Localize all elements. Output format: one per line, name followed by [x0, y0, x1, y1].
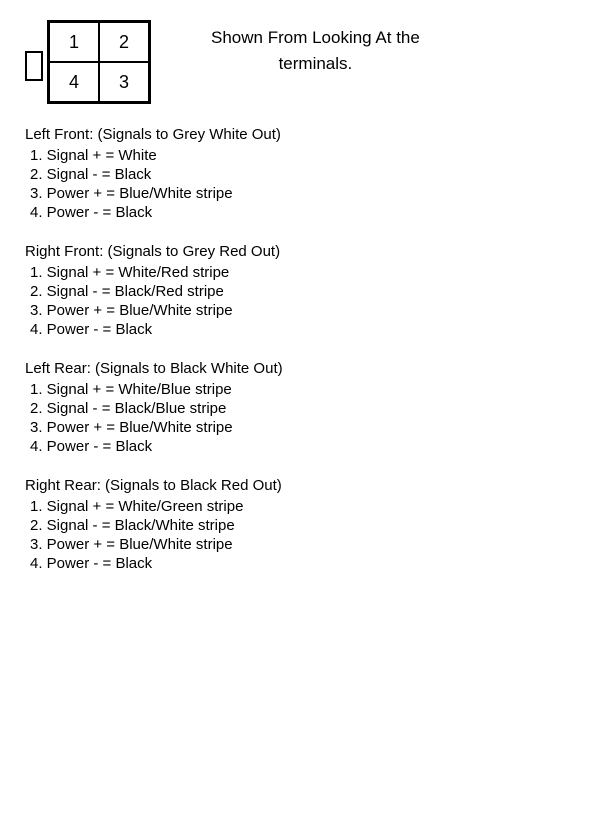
header-title-line1: Shown From Looking At the	[211, 28, 420, 47]
list-item-0-3: 4. Power - = Black	[30, 204, 569, 221]
cell-2: 2	[99, 22, 149, 62]
section-title-0: Left Front: (Signals to Grey White Out)	[25, 126, 569, 143]
list-item-2-0: 1. Signal + = White/Blue stripe	[30, 381, 569, 398]
header-section: 1 2 4 3 Shown From Looking At the termin…	[25, 20, 569, 104]
terminal-diagram: 1 2 4 3	[47, 20, 151, 104]
section-1: Right Front: (Signals to Grey Red Out) 1.…	[25, 243, 569, 338]
list-item-1-2: 3. Power + = Blue/White stripe	[30, 302, 569, 319]
list-item-2-3: 4. Power - = Black	[30, 438, 569, 455]
section-list-3: 1. Signal + = White/Green stripe 2. Signa…	[25, 498, 569, 572]
list-item-3-3: 4. Power - = Black	[30, 555, 569, 572]
list-item-3-1: 2. Signal - = Black/White stripe	[30, 517, 569, 534]
cell-3: 3	[99, 62, 149, 102]
header-title: Shown From Looking At the terminals.	[211, 20, 420, 76]
sections-container: Left Front: (Signals to Grey White Out) 1…	[25, 126, 569, 572]
list-item-1-1: 2. Signal - = Black/Red stripe	[30, 283, 569, 300]
section-3: Right Rear: (Signals to Black Red Out) 1.…	[25, 477, 569, 572]
section-title-1: Right Front: (Signals to Grey Red Out)	[25, 243, 569, 260]
section-title-2: Left Rear: (Signals to Black White Out)	[25, 360, 569, 377]
section-title-3: Right Rear: (Signals to Black Red Out)	[25, 477, 569, 494]
list-item-2-1: 2. Signal - = Black/Blue stripe	[30, 400, 569, 417]
list-item-3-2: 3. Power + = Blue/White stripe	[30, 536, 569, 553]
diagram-wrapper: 1 2 4 3	[25, 20, 211, 104]
list-item-2-2: 3. Power + = Blue/White stripe	[30, 419, 569, 436]
cell-4: 4	[49, 62, 99, 102]
list-item-0-1: 2. Signal - = Black	[30, 166, 569, 183]
list-item-0-2: 3. Power + = Blue/White stripe	[30, 185, 569, 202]
list-item-1-3: 4. Power - = Black	[30, 321, 569, 338]
list-item-3-0: 1. Signal + = White/Green stripe	[30, 498, 569, 515]
section-2: Left Rear: (Signals to Black White Out) 1…	[25, 360, 569, 455]
list-item-1-0: 1. Signal + = White/Red stripe	[30, 264, 569, 281]
section-list-0: 1. Signal + = White 2. Signal - = Black 3.…	[25, 147, 569, 221]
section-list-2: 1. Signal + = White/Blue stripe 2. Signal…	[25, 381, 569, 455]
cell-1: 1	[49, 22, 99, 62]
section-0: Left Front: (Signals to Grey White Out) 1…	[25, 126, 569, 221]
header-title-line2: terminals.	[279, 54, 353, 73]
side-indicator	[25, 51, 43, 81]
list-item-0-0: 1. Signal + = White	[30, 147, 569, 164]
section-list-1: 1. Signal + = White/Red stripe 2. Signal …	[25, 264, 569, 338]
